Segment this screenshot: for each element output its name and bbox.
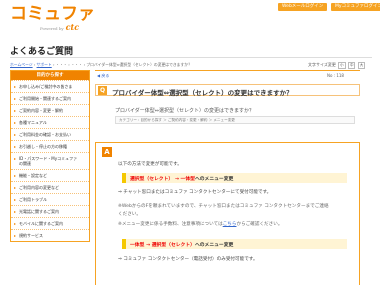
sidebar-item[interactable]: ▸ ご利用トラブル xyxy=(11,193,89,205)
highlight-red-text: 選択型（セレクト） → 一体型 xyxy=(130,177,195,182)
arrow-icon: ▸ xyxy=(14,108,17,113)
sidebar-item[interactable]: ▸ ご契約内容・変更・解約 xyxy=(11,104,89,116)
sidebar-item-label: お引越し・停止の方の移籍 xyxy=(19,144,67,149)
faq-id: No : 118 xyxy=(327,73,344,78)
note-2: ※メニュー変更に係る手数料、注意事項についてはこちらからご確認ください。 xyxy=(118,221,282,227)
arrow-icon: ▸ xyxy=(14,156,17,161)
question-icon: Q xyxy=(98,86,107,95)
sidebar-item-label: ご契約内容・変更・解約 xyxy=(19,108,63,113)
font-size-switcher: 文字サイズ変更 小 中 大 xyxy=(308,62,366,69)
highlight-text: 一体型 → 選択型（セレクト）へのメニュー変更 xyxy=(130,241,233,248)
note-2-post: からご確認ください。 xyxy=(236,222,283,227)
arrow-icon: ▸ xyxy=(14,233,17,238)
highlight-rest-text: へのメニュー変更 xyxy=(194,177,234,182)
arrow-icon: ▸ xyxy=(14,209,17,214)
logo-powered-text: Powered by xyxy=(40,26,64,31)
note-1b-text: ください。 xyxy=(118,212,141,217)
sidebar-item[interactable]: ▸ 光電話に関するご案内 xyxy=(11,205,89,217)
sidebar-item-label: 光電話に関するご案内 xyxy=(19,209,59,214)
step-1-text: ⇒ チャット窓口またはコミュファ コンタクトセンターにて受付可能です。 xyxy=(118,190,272,195)
sidebar-item-label: ご利用開始・関連するご案内 xyxy=(19,96,71,101)
logo-brand-text: ctc xyxy=(65,22,80,32)
commufa-logo[interactable]: コミュファ Powered by ctc xyxy=(10,5,95,33)
content-toolbar: ◀ 戻る No : 118 xyxy=(95,70,360,80)
back-link[interactable]: ◀ 戻る xyxy=(97,73,109,79)
sidebar-item[interactable]: ▸ 規約サービス xyxy=(11,229,89,241)
font-size-label: 文字サイズ変更 xyxy=(308,62,336,67)
sidebar-item[interactable]: ▸ ご利用内容の変更など xyxy=(11,181,89,193)
category-path: カテゴリー : 目的から探す ＞ ご契約内容・変更・解約 ＞ メニュー変更 xyxy=(115,116,355,124)
sidebar-item-label: お申し込み/ご検討中の皆さま xyxy=(19,84,73,89)
arrow-icon: ▸ xyxy=(14,221,17,226)
sidebar-item[interactable]: ▸ 各種マニュアル xyxy=(11,116,89,128)
arrow-icon: ▸ xyxy=(14,84,17,89)
faq-content: ◀ 戻る No : 118 Q プロバイダー体型⇔選択型（セレクト）の変更はでき… xyxy=(95,70,360,285)
sidebar-heading: 目的から探す xyxy=(11,71,89,80)
webmail-login-button[interactable]: Webメールログイン xyxy=(278,3,328,11)
menu-change-highlight-1: 選択型（セレクト） → 一体型へのメニュー変更 xyxy=(122,173,347,183)
breadcrumb-support-link[interactable]: サポート xyxy=(37,62,52,67)
sidebar-item-label: モバイルに関するご案内 xyxy=(19,221,63,226)
breadcrumb-rest: › ・・・ › ・・・ › プロバイダー体型⇔選択型（セレクト）の変更はできます… xyxy=(52,62,192,67)
sidebar-item[interactable]: ▸ 機能・設定など xyxy=(11,169,89,181)
answer-icon: A xyxy=(102,147,112,157)
breadcrumb-home-link[interactable]: ホームページ xyxy=(10,62,33,67)
sidebar-item-sublabel: の関連 xyxy=(19,161,31,166)
arrow-icon: ▸ xyxy=(14,132,17,137)
highlight-red-text: 一体型 → 選択型（セレクト） xyxy=(130,243,195,248)
arrow-icon: ▸ xyxy=(14,173,17,178)
sidebar-item[interactable]: ▸ お引越し・停止の方の移籍 xyxy=(11,140,89,152)
logo-sub: Powered by ctc xyxy=(40,22,79,32)
note-1-text: ※WebからのFを頼まれていますので、チャット窓口またはコミュファ コンタクトセ… xyxy=(118,204,329,209)
sidebar-item[interactable]: ▸ ID・パスワード・Myコミュファ の関連 xyxy=(11,152,89,169)
arrow-icon: ▸ xyxy=(14,96,17,101)
sidebar-item-label: ご利用料金の確認・お支払い xyxy=(19,132,71,137)
sidebar-item[interactable]: ▸ モバイルに関するご案内 xyxy=(11,217,89,229)
sidebar-item-label: 規約サービス xyxy=(19,233,43,238)
page-title: よくあるご質問 xyxy=(10,47,74,57)
font-size-small-button[interactable]: 小 xyxy=(338,62,346,69)
question-subtext: プロバイダー体型⇔選択型（セレクト）の変更はできますか？ xyxy=(115,108,254,114)
sidebar: 目的から探す ▸ お申し込み/ご検討中の皆さま ▸ ご利用開始・関連するご案内 ▸ ご… xyxy=(10,70,90,242)
answer-panel: A 以下の方法で変更が可能です。 選択型（セレクト） → 一体型へのメニュー変更… xyxy=(95,142,360,285)
highlight-strip xyxy=(122,173,126,183)
step-2-text: ⇒ コミュファ コンタクトセンター（電話受付）のみ受付可能です。 xyxy=(118,257,258,262)
title-divider xyxy=(10,57,372,58)
arrow-icon: ▸ xyxy=(14,185,17,190)
font-size-medium-button[interactable]: 中 xyxy=(347,62,356,69)
sidebar-item-label: ご利用内容の変更など xyxy=(19,185,59,190)
highlight-rest-text: へのメニュー変更 xyxy=(194,243,234,248)
question-heading: Q プロバイダー体型⇔選択型（セレクト）の変更はできますか？ xyxy=(95,84,360,97)
highlight-strip xyxy=(122,239,126,249)
font-size-large-button[interactable]: 大 xyxy=(357,62,366,69)
header: コミュファ Powered by ctc Webメールログイン Myコミュファログ… xyxy=(0,0,380,38)
answer-intro: 以下の方法で変更が可能です。 xyxy=(118,162,182,167)
arrow-icon: ▸ xyxy=(14,197,17,202)
sidebar-item[interactable]: ▸ ご利用料金の確認・お支払い xyxy=(11,128,89,140)
sidebar-item-label: 機能・設定など xyxy=(19,173,47,178)
sidebar-item-label: ご利用トラブル xyxy=(19,197,47,202)
note-2-link[interactable]: こちら xyxy=(223,222,237,227)
sidebar-item[interactable]: ▸ お申し込み/ご検討中の皆さま xyxy=(11,80,89,92)
breadcrumb: ホームページ › サポート › ・・・ › ・・・ › プロバイダー体型⇔選択型… xyxy=(10,62,192,68)
arrow-icon: ▸ xyxy=(14,144,17,149)
highlight-text: 選択型（セレクト） → 一体型へのメニュー変更 xyxy=(130,175,233,182)
note-2-pre: ※メニュー変更に係る手数料、注意事項については xyxy=(118,222,223,227)
sidebar-item[interactable]: ▸ ご利用開始・関連するご案内 xyxy=(11,92,89,104)
mypage-login-button[interactable]: Myコミュファログイン xyxy=(331,3,380,11)
sidebar-item-label: 各種マニュアル xyxy=(19,120,47,125)
menu-change-highlight-2: 一体型 → 選択型（セレクト）へのメニュー変更 xyxy=(122,239,347,249)
arrow-icon: ▸ xyxy=(14,120,17,125)
question-text: プロバイダー体型⇔選択型（セレクト）の変更はできますか？ xyxy=(112,89,293,97)
